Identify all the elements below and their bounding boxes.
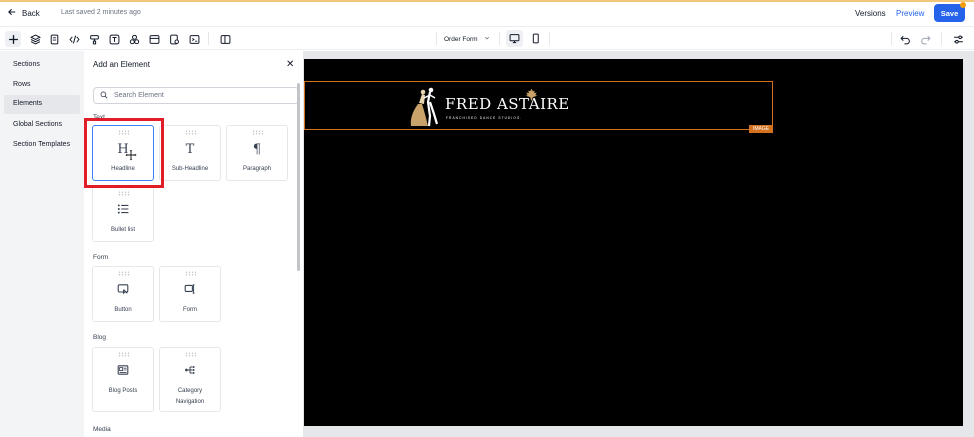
blog-posts-icon: [93, 364, 153, 380]
versions-button[interactable]: Versions: [855, 9, 886, 18]
components-icon[interactable]: [126, 31, 142, 47]
toolbar-divider: [549, 32, 550, 45]
left-navigation: Sections Rows Elements Global Sections S…: [0, 51, 84, 437]
nav-item-global-sections[interactable]: Global Sections: [4, 116, 80, 135]
chevron-down-icon: [484, 35, 490, 43]
unsaved-indicator: [960, 2, 966, 8]
form-select[interactable]: Order Form: [437, 31, 497, 47]
dancers-logo-icon: [410, 87, 439, 127]
form-select-value: Order Form: [444, 35, 478, 43]
top-bar: Back Last saved 2 minutes ago Versions P…: [0, 0, 974, 27]
page-canvas[interactable]: IMAGE FRED ASTAIRE FRANCHISED DANCE STUD…: [304, 59, 963, 426]
paint-icon[interactable]: [86, 31, 102, 47]
maple-leaf-icon: [525, 88, 538, 101]
group-label-media: Media: [93, 426, 111, 433]
element-card-label: Paragraph: [242, 166, 272, 172]
undo-icon[interactable]: [897, 31, 913, 47]
panel-icon[interactable]: [217, 31, 233, 47]
element-card-label: Category Navigation: [175, 388, 205, 405]
form-icon: [160, 283, 220, 299]
image-element-tag[interactable]: IMAGE: [749, 125, 773, 133]
panel-title: Add an Element: [93, 60, 150, 69]
text-icon[interactable]: [106, 31, 122, 47]
toolbar-divider: [941, 32, 942, 45]
element-card-paragraph[interactable]: ¶ Paragraph: [226, 125, 288, 181]
category-navigation-icon: [160, 364, 220, 380]
group-label-blog: Blog: [93, 334, 107, 341]
add-element-panel: Add an Element ✕ Search Element Text H H…: [84, 51, 304, 437]
save-status: Last saved 2 minutes ago: [61, 9, 141, 16]
group-label-form: Form: [93, 254, 109, 261]
search-placeholder: Search Element: [114, 92, 164, 99]
nav-item-sections[interactable]: Sections: [4, 56, 80, 75]
nav-item-elements[interactable]: Elements: [4, 95, 80, 114]
element-card-label: Sub-Headline: [171, 166, 209, 172]
toolbar-divider: [208, 32, 209, 45]
button-icon: [93, 283, 153, 299]
bullet-list-icon: [93, 203, 153, 219]
back-label: Back: [22, 8, 40, 18]
mobile-icon[interactable]: [527, 30, 544, 47]
element-card-label: Bullet list: [110, 227, 135, 233]
brand-logo: FRED ASTAIRE FRANCHISED DANCE STUDIOS.: [408, 86, 570, 128]
back-button[interactable]: Back: [8, 8, 40, 18]
code-icon[interactable]: [66, 31, 82, 47]
highlight-box: [84, 118, 164, 188]
terminal-icon[interactable]: [186, 31, 202, 47]
element-card-bullet-list[interactable]: Bullet list: [92, 186, 154, 242]
logo-name: FRED ASTAIRE: [445, 95, 570, 113]
page-icon[interactable]: [46, 31, 62, 47]
element-card-sub-headline[interactable]: T Sub-Headline: [159, 125, 221, 181]
close-icon[interactable]: ✕: [286, 59, 294, 70]
drag-handle-icon[interactable]: [185, 130, 197, 135]
add-icon[interactable]: [5, 31, 21, 47]
toolbar-divider: [499, 32, 500, 45]
panel-scrollbar[interactable]: [297, 83, 300, 271]
element-card-form[interactable]: Form: [159, 266, 221, 322]
redo-icon[interactable]: [917, 31, 933, 47]
drag-handle-icon[interactable]: [252, 130, 264, 135]
element-card-category-navigation[interactable]: Category Navigation: [159, 347, 221, 412]
canvas-area: IMAGE FRED ASTAIRE FRANCHISED DANCE STUD…: [304, 51, 974, 437]
layers-icon[interactable]: [27, 31, 43, 47]
element-card-blog-posts[interactable]: Blog Posts: [92, 347, 154, 412]
logo-subtitle: FRANCHISED DANCE STUDIOS.: [446, 116, 523, 120]
search-icon: [100, 91, 108, 101]
settings-sliders-icon[interactable]: [950, 31, 966, 47]
drag-handle-icon[interactable]: [118, 271, 130, 276]
element-card-label: Blog Posts: [108, 388, 138, 394]
toolbar-divider: [891, 32, 892, 45]
element-card-label: Button: [114, 307, 132, 313]
desktop-icon[interactable]: [506, 30, 523, 47]
drag-handle-icon[interactable]: [118, 191, 130, 196]
arrow-left-icon: [8, 8, 16, 18]
search-input[interactable]: Search Element: [93, 87, 299, 104]
element-card-button[interactable]: Button: [92, 266, 154, 322]
element-card-label: Form: [183, 307, 197, 313]
layout-icon[interactable]: [146, 31, 162, 47]
builder-toolbar: Order Form: [0, 27, 974, 50]
nav-item-section-templates[interactable]: Section Templates: [4, 136, 80, 155]
paragraph-icon: ¶: [252, 142, 262, 157]
drag-handle-icon[interactable]: [118, 352, 130, 357]
drag-handle-icon[interactable]: [185, 352, 197, 357]
drag-handle-icon[interactable]: [185, 271, 197, 276]
nav-item-rows[interactable]: Rows: [4, 76, 80, 95]
sub-headline-icon: T: [185, 142, 195, 157]
top-accent-strip: [0, 0, 974, 2]
page-settings-icon[interactable]: [166, 31, 182, 47]
preview-button[interactable]: Preview: [896, 9, 924, 18]
